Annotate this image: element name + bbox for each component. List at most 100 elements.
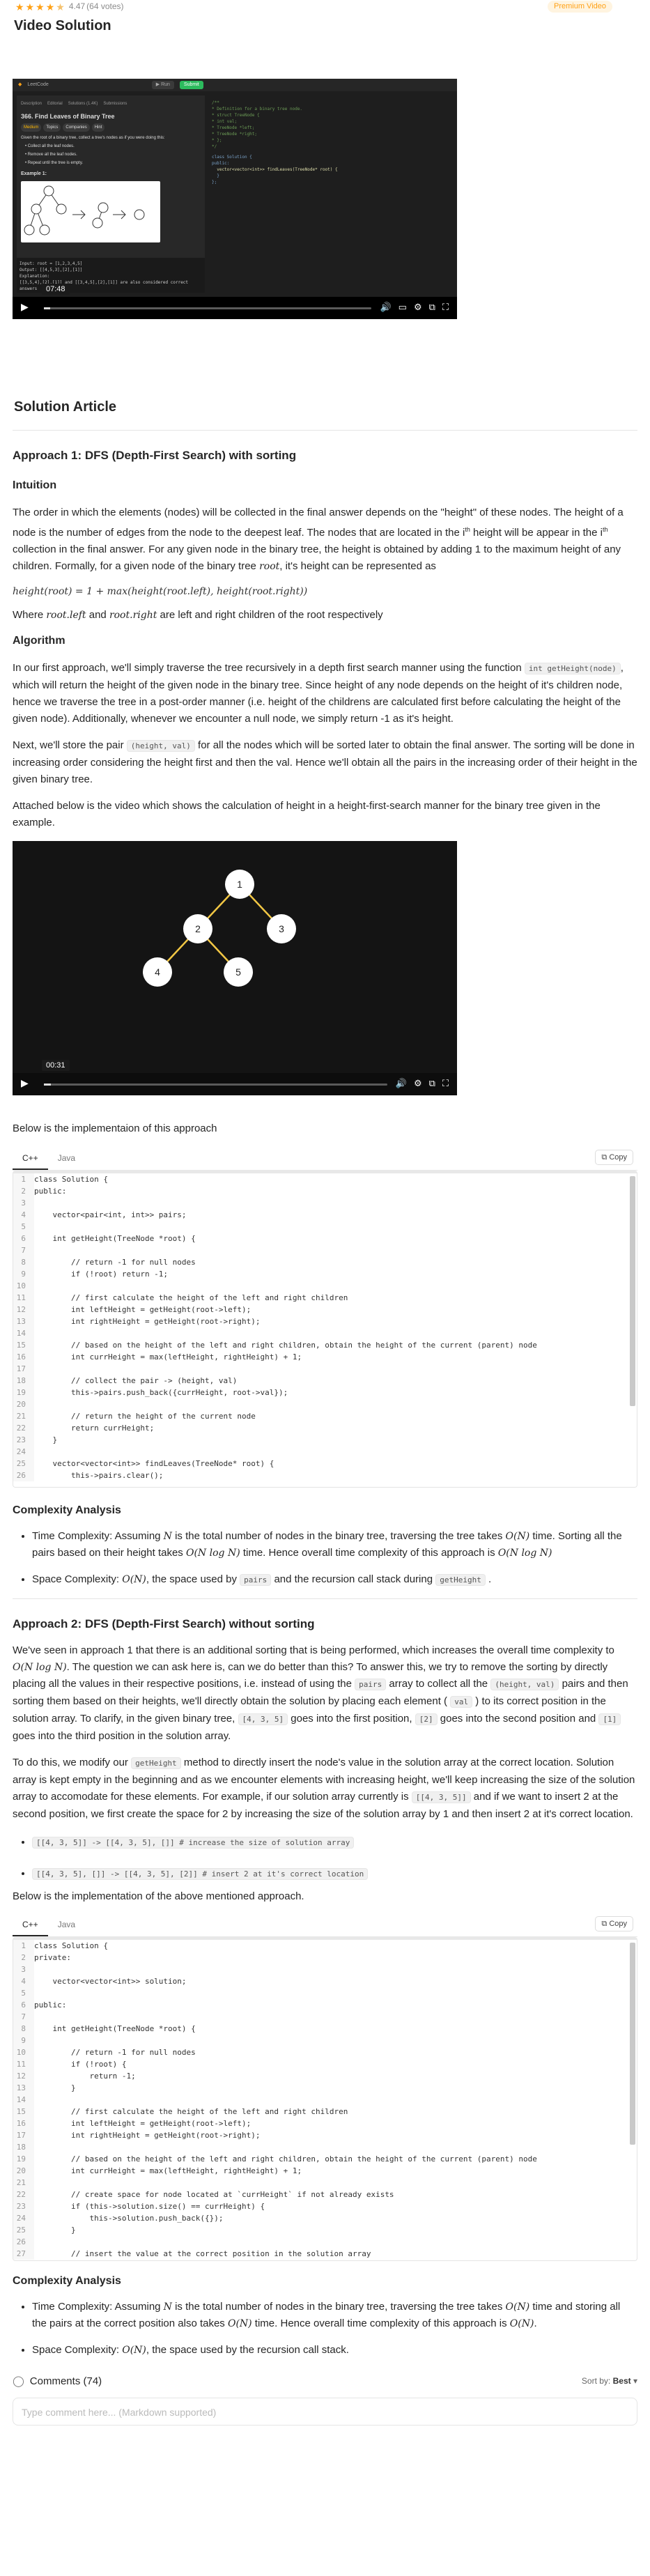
tree-diagram-small	[24, 185, 145, 236]
algorithm-paragraph-3: Attached below is the video which shows …	[13, 800, 601, 828]
comments-count: Comments (74)	[29, 2375, 102, 2387]
divider	[13, 430, 637, 431]
code-line: 9	[13, 2035, 637, 2046]
code-line: 26	[13, 2236, 637, 2248]
problem-title: 366. Find Leaves of Binary Tree	[21, 113, 115, 120]
scrollbar[interactable]	[630, 1176, 635, 1406]
code-line: 20 int currHeight = max(leftHeight, righ…	[13, 2165, 637, 2177]
volume-icon[interactable]: 🔊	[396, 1077, 407, 1091]
volume-icon[interactable]: 🔊	[380, 300, 391, 315]
approach-2-paragraph-1: We've seen in approach 1 that there is a…	[13, 1644, 628, 1742]
example-diagram	[21, 181, 160, 242]
code-line: 21	[13, 2177, 637, 2189]
code-line: 6 int getHeight(TreeNode *root) {	[13, 1233, 637, 1244]
premium-badge: Premium Video	[548, 1, 612, 13]
code-line: 7	[13, 1244, 637, 1256]
code-line: 8 // return -1 for null nodes	[13, 1256, 637, 1268]
code-line: 12 int leftHeight = getHeight(root->left…	[13, 1304, 637, 1316]
tab-java[interactable]: Java	[48, 1912, 85, 1936]
code-line: 12 return -1;	[13, 2070, 637, 2082]
language-tabs: C++ Java ⧉ Copy	[13, 1912, 637, 1937]
code-line: 23 if (this->solution.size() == currHeig…	[13, 2200, 637, 2212]
height-formula: height(root) = 1 + max(height(root.left)…	[13, 586, 308, 597]
code-line: 18 // collect the pair -> (height, val)	[13, 1375, 637, 1387]
code-line: 16 int leftHeight = getHeight(root->left…	[13, 2118, 637, 2129]
captions-icon[interactable]: ▭	[398, 300, 407, 315]
settings-icon[interactable]: ⚙	[414, 1077, 422, 1091]
tree-node-label: 3	[279, 923, 284, 934]
copy-button[interactable]: ⧉ Copy	[595, 1150, 633, 1165]
code-line: 4 vector<pair<int, int>> pairs;	[13, 1209, 637, 1221]
code-block-1: C++ Java ⧉ Copy 1 class Solution {2 public…	[13, 1146, 637, 1488]
code-line: 14	[13, 1327, 637, 1339]
video-timestamp: 07:48	[42, 284, 70, 295]
vote-count: (64 votes)	[86, 1, 124, 12]
video-timestamp: 00:31	[42, 1060, 70, 1071]
pip-icon[interactable]: ⧉	[429, 300, 435, 315]
tab-cpp[interactable]: C++	[13, 1912, 48, 1936]
tab-java[interactable]: Java	[48, 1146, 85, 1170]
pip-icon[interactable]: ⧉	[429, 1077, 435, 1091]
intuition-heading: Intuition	[13, 479, 57, 491]
comments-header: ◯ Comments (74) Sort by: Best ▾	[13, 2371, 637, 2392]
language-tabs: C++ Java ⧉ Copy	[13, 1146, 637, 1171]
code-block-2: C++ Java ⧉ Copy 1 class Solution {2 privat…	[13, 1912, 637, 2261]
complexity-heading-2: Complexity Analysis	[13, 2275, 121, 2287]
code-line: 13 int rightHeight = getHeight(root->rig…	[13, 1316, 637, 1327]
code-line: 2 public:	[13, 1185, 637, 1197]
code-line: 1 class Solution {	[13, 1940, 637, 1952]
video-solution-title: Video Solution	[14, 18, 111, 33]
code-line: 13 }	[13, 2082, 637, 2094]
code-viewer[interactable]: 1 class Solution {2 public: 3 4 vector<pair<…	[13, 1171, 637, 1488]
code-line: 15 // first calculate the height of the …	[13, 2106, 637, 2118]
code-line: 7	[13, 2011, 637, 2023]
video-controls: ▶ 🔊 ⚙ ⧉ ⛶	[13, 1073, 457, 1095]
comment-input[interactable]: Type comment here... (Markdown supported…	[13, 2398, 637, 2425]
video-progress-fill	[43, 307, 51, 309]
complexity-list-1: Time Complexity: Assuming N is the total…	[32, 1528, 637, 1589]
complexity-heading-1: Complexity Analysis	[13, 1504, 121, 1516]
code-line: 24 this->solution.push_back({});	[13, 2212, 637, 2224]
copy-button[interactable]: ⧉ Copy	[595, 1916, 633, 1931]
fullscreen-icon[interactable]: ⛶	[442, 1077, 449, 1091]
solution-article-title: Solution Article	[14, 399, 117, 415]
code-line: 8 int getHeight(TreeNode *root) {	[13, 2023, 637, 2035]
resize-steps-list: [[4, 3, 5]] -> [[4, 3, 5], []] # increas…	[32, 1834, 637, 1883]
settings-icon[interactable]: ⚙	[414, 300, 422, 315]
code-line: 14	[13, 2094, 637, 2106]
code-line: 20	[13, 1398, 637, 1410]
video-player-1[interactable]: ◆ LeetCode ▶ Run Submit Description Editor…	[13, 79, 457, 319]
approach-2-paragraph-2: To do this, we modify our getHeight meth…	[13, 1757, 635, 1820]
time-complexity-2: Time Complexity: Assuming N is the total…	[32, 2299, 637, 2332]
complexity-list-2: Time Complexity: Assuming N is the total…	[32, 2299, 637, 2359]
code-lines: 1 class Solution {2 public: 3 4 vector<pair<…	[13, 1173, 637, 1487]
code-line: 4 vector<vector<int>> solution;	[13, 1975, 637, 1987]
code-line: 25 }	[13, 2224, 637, 2236]
tab-cpp[interactable]: C++	[13, 1146, 48, 1170]
tree-node-label: 1	[237, 879, 242, 890]
star-icon[interactable]: ★	[26, 2, 35, 12]
star-icon[interactable]: ★	[46, 2, 55, 12]
copy-icon: ⧉	[601, 1920, 610, 1928]
play-icon[interactable]: ▶	[21, 1076, 29, 1092]
star-half-icon[interactable]: ★	[56, 2, 65, 12]
code-line: 5	[13, 1987, 637, 1999]
fullscreen-icon[interactable]: ⛶	[442, 300, 449, 315]
scrollbar[interactable]	[630, 1943, 635, 2145]
video-progress-bar[interactable]	[43, 1083, 387, 1086]
tree-node-label: 5	[235, 966, 241, 978]
star-icon[interactable]: ★	[36, 2, 45, 12]
code-line: 2 private:	[13, 1952, 637, 1964]
play-icon[interactable]: ▶	[21, 300, 29, 316]
video-progress-bar[interactable]	[43, 307, 372, 309]
algorithm-paragraph-2: Next, we'll store the pair (height, val)…	[13, 739, 637, 785]
code-line: 19 this->pairs.push_back({currHeight, ro…	[13, 1387, 637, 1398]
video-player-2[interactable]: 1 2 3 4 5 00:31 ▶ 🔊 ⚙ ⧉ ⛶	[13, 841, 457, 1095]
tree-node-label: 2	[195, 923, 201, 934]
code-viewer[interactable]: 1 class Solution {2 private: 3 4 vector<vect…	[13, 1937, 637, 2261]
tree-node-label: 4	[155, 966, 160, 978]
code-line: 24	[13, 1446, 637, 1458]
list-item: [[4, 3, 5]] -> [[4, 3, 5], []] # increas…	[32, 1834, 637, 1851]
star-icon[interactable]: ★	[15, 2, 24, 12]
sort-dropdown[interactable]: Sort by: Best ▾	[582, 2375, 637, 2389]
